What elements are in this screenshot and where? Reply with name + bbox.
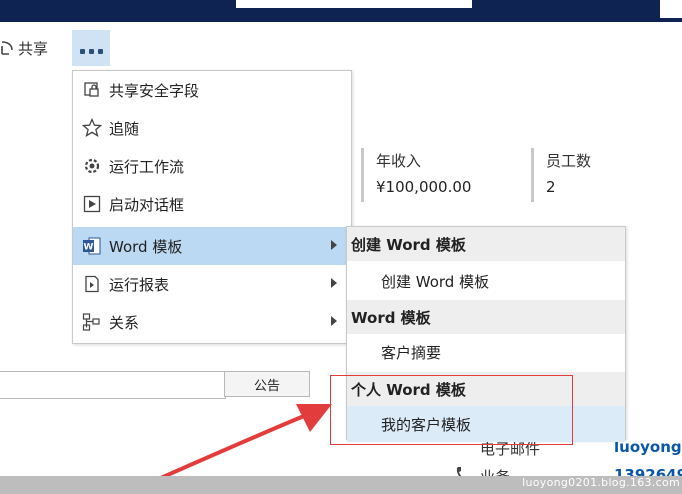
chevron-right-icon (331, 240, 337, 250)
more-commands-menu: 共享安全字段 追随 运行工作流 启动对话框 W Word 模板 运行报表 关系 (72, 70, 352, 344)
share-label: 共享 (18, 39, 49, 58)
menu-item-follow[interactable]: 追随 (73, 109, 351, 147)
stat-divider (361, 148, 364, 202)
more-commands-button[interactable] (72, 30, 110, 66)
menu-item-label: 运行工作流 (109, 157, 185, 176)
dialog-play-icon (81, 194, 103, 214)
share-icon (1, 41, 13, 55)
svg-text:W: W (84, 243, 94, 253)
menu-item-share-secure-fields[interactable]: 共享安全字段 (73, 71, 351, 109)
menu-item-label: 运行报表 (109, 275, 170, 294)
chevron-right-icon (331, 316, 337, 326)
menu-item-label: 共享安全字段 (109, 81, 200, 100)
report-icon (81, 274, 103, 294)
workflow-gear-icon (81, 156, 103, 176)
submenu-header-word-templates: Word 模板 (347, 300, 625, 334)
shield-lock-icon (81, 80, 103, 100)
menu-item-label: Word 模板 (109, 237, 183, 256)
menu-item-label: 追随 (109, 119, 140, 138)
share-button[interactable]: 共享 (0, 36, 48, 60)
annotation-arrow-icon (154, 404, 332, 482)
employee-count-label: 员工数 (546, 152, 592, 170)
menu-item-start-dialog[interactable]: 启动对话框 (73, 185, 351, 223)
highlight-box (330, 375, 573, 445)
menu-item-label: 启动对话框 (109, 195, 185, 214)
menu-item-word-templates[interactable]: W Word 模板 (73, 227, 351, 265)
submenu-header-create: 创建 Word 模板 (347, 227, 625, 261)
submenu-item-create-word-template[interactable]: 创建 Word 模板 (347, 263, 625, 299)
menu-item-label: 关系 (109, 313, 140, 332)
relationship-icon (81, 312, 103, 332)
employee-count-value: 2 (546, 178, 556, 196)
star-icon (81, 118, 103, 138)
top-right-element (660, 0, 682, 18)
top-search-box[interactable] (236, 0, 472, 8)
annual-revenue-label: 年收入 (376, 152, 422, 170)
watermark-text: luoyong0201.blog.163.com (522, 476, 680, 489)
ellipsis-icon (78, 39, 105, 58)
menu-item-run-report[interactable]: 运行报表 (73, 265, 351, 303)
menu-item-run-workflow[interactable]: 运行工作流 (73, 147, 351, 185)
word-icon: W (81, 236, 103, 256)
menu-item-relationship[interactable]: 关系 (73, 303, 351, 341)
annual-revenue-value: ¥100,000.00 (376, 178, 472, 196)
stat-divider (531, 148, 534, 202)
submenu-item-customer-summary[interactable]: 客户摘要 (347, 334, 625, 370)
chevron-right-icon (331, 278, 337, 288)
